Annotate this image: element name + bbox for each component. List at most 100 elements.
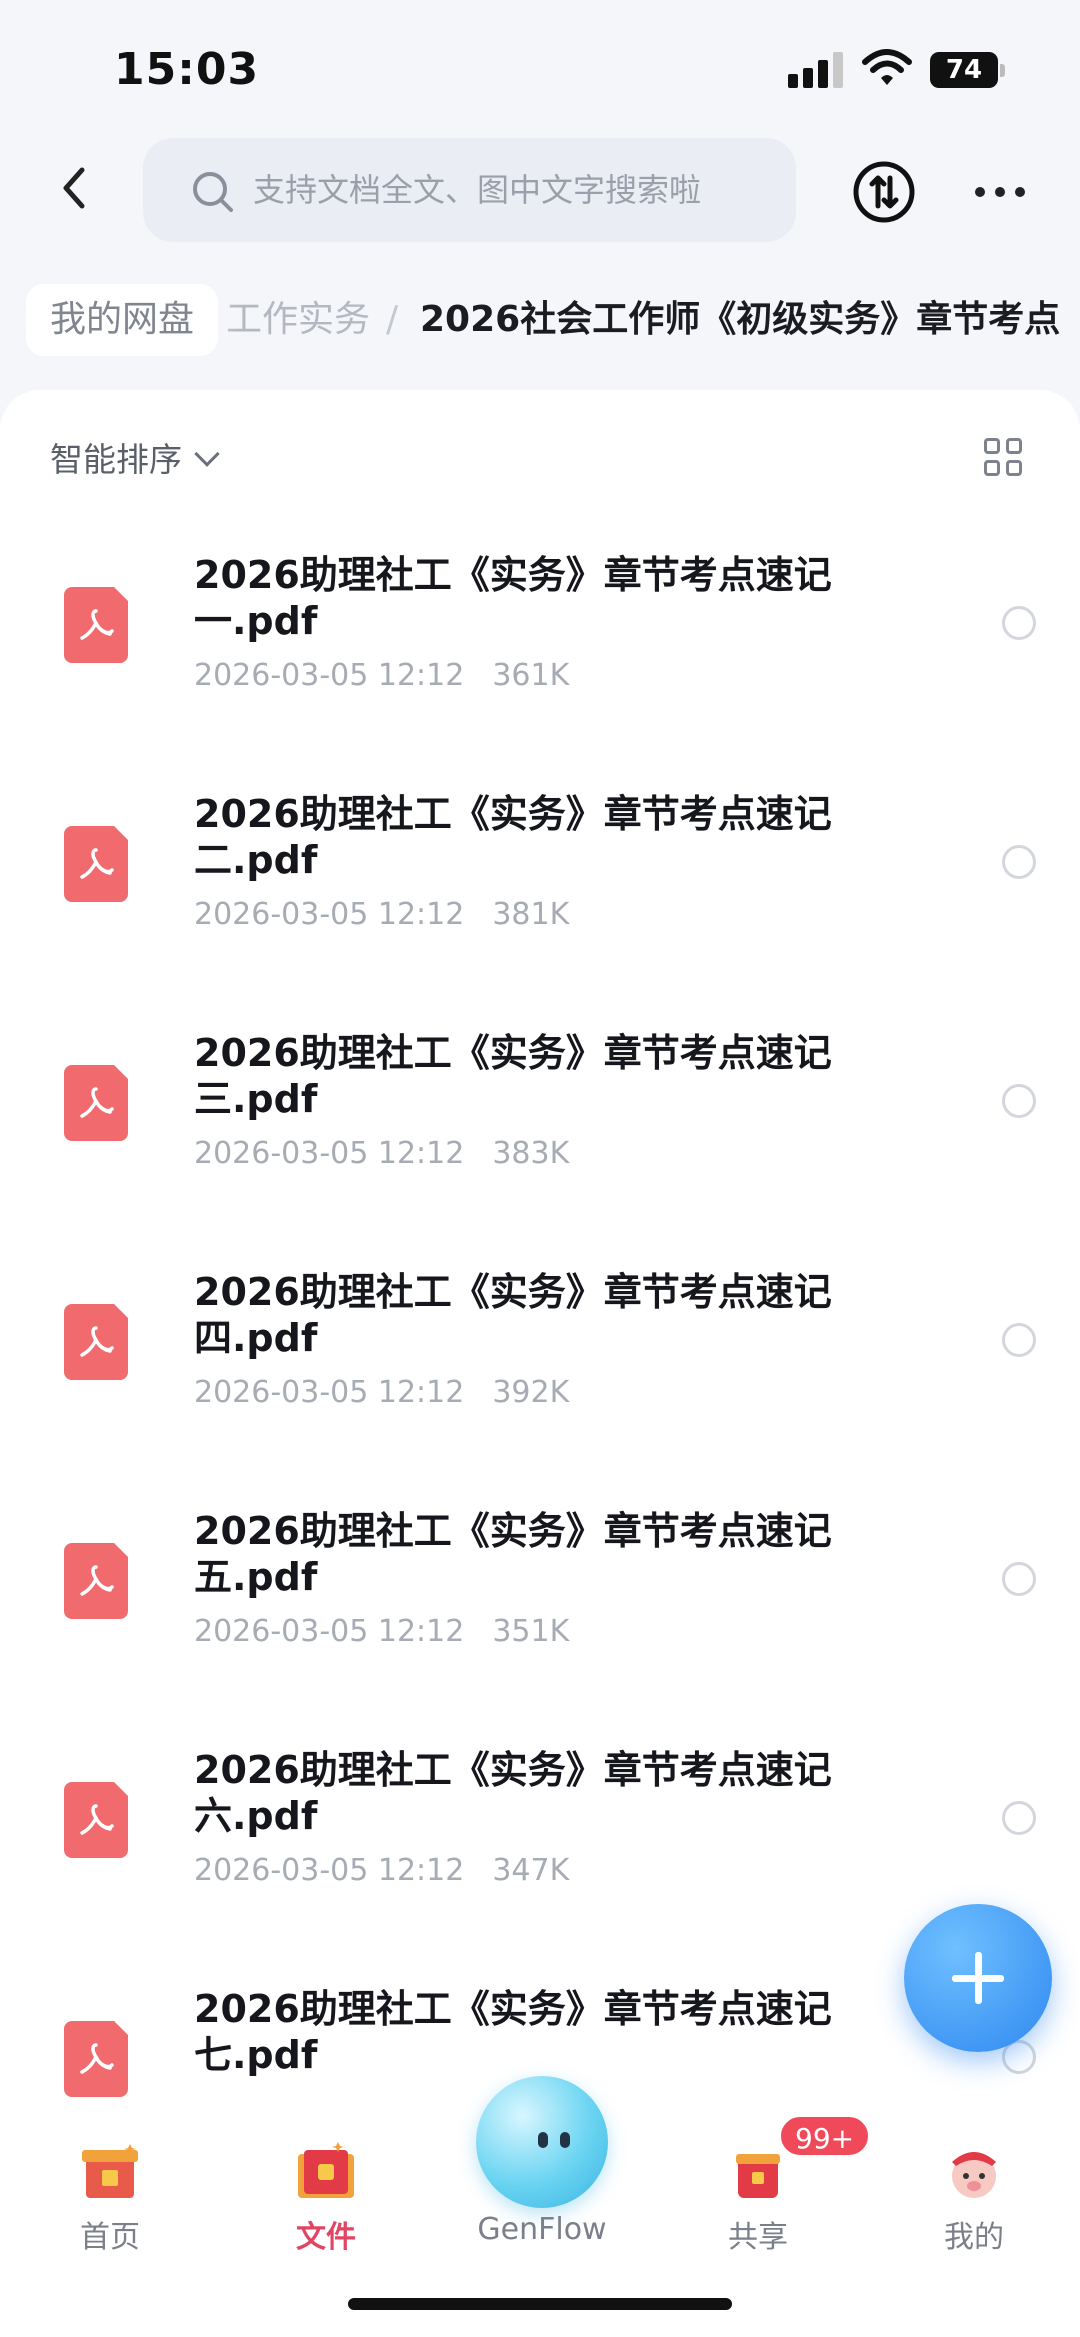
file-meta: 2026-03-05 12:12 381K [194, 897, 569, 932]
file-row[interactable]: 2026助理社工《实务》章节考点速记 四.pdf 2026-03-05 12:1… [0, 1257, 1080, 1496]
sort-label: 智能排序 [50, 440, 182, 479]
battery-percent: 74 [945, 55, 983, 85]
files-icon [298, 2142, 354, 2198]
breadcrumb-separator: / [386, 299, 399, 340]
home-indicator [348, 2298, 732, 2310]
file-name: 2026助理社工《实务》章节考点速记 七.pdf [194, 1986, 894, 2078]
file-row[interactable]: 2026助理社工《实务》章节考点速记 五.pdf 2026-03-05 12:1… [0, 1496, 1080, 1735]
breadcrumb-parent[interactable]: 工作实务 [226, 284, 370, 356]
file-size: 392K [492, 1375, 570, 1410]
file-size: 383K [492, 1136, 570, 1171]
file-name-line2: 四.pdf [194, 1316, 318, 1360]
select-checkbox[interactable] [1002, 1084, 1036, 1118]
file-name-line1: 2026助理社工《实务》章节考点速记 [194, 1509, 832, 1553]
more-dots-icon [975, 187, 1025, 197]
file-name: 2026助理社工《实务》章节考点速记 四.pdf [194, 1269, 894, 1361]
status-time: 15:03 [114, 44, 260, 95]
file-date: 2026-03-05 12:12 [194, 897, 465, 932]
file-row[interactable]: 2026助理社工《实务》章节考点速记 二.pdf 2026-03-05 12:1… [0, 779, 1080, 1018]
tab-me-label: 我的 [944, 2220, 1004, 2255]
sort-button[interactable]: 智能排序 [50, 430, 220, 490]
share-badge: 99+ [778, 2114, 872, 2158]
breadcrumb-current: 2026社会工作师《初级实务》章节考点 [420, 299, 1061, 340]
search-input[interactable]: 支持文档全文、图中文字搜索啦 [143, 138, 796, 242]
file-name-line2: 一.pdf [194, 599, 318, 643]
chevron-down-icon [194, 441, 220, 467]
file-name-line1: 2026助理社工《实务》章节考点速记 [194, 1748, 832, 1792]
pdf-file-icon [64, 1543, 128, 1619]
file-name-line2: 七.pdf [194, 2033, 318, 2077]
tab-home-label: 首页 [80, 2220, 140, 2255]
file-name: 2026助理社工《实务》章节考点速记 六.pdf [194, 1747, 894, 1839]
file-name-line2: 二.pdf [194, 838, 318, 882]
tab-home[interactable]: 首页 [30, 2126, 190, 2256]
avatar-icon [952, 2152, 996, 2198]
file-size: 361K [492, 658, 570, 693]
select-checkbox[interactable] [1002, 845, 1036, 879]
file-date: 2026-03-05 12:12 [194, 1853, 465, 1888]
search-icon [193, 172, 233, 212]
file-size: 347K [492, 1853, 570, 1888]
file-name: 2026助理社工《实务》章节考点速记 一.pdf [194, 552, 894, 644]
select-checkbox[interactable] [1002, 606, 1036, 640]
file-name: 2026助理社工《实务》章节考点速记 二.pdf [194, 791, 894, 883]
more-options-button[interactable] [970, 172, 1030, 212]
tab-share-label: 共享 [728, 2220, 788, 2255]
file-meta: 2026-03-05 12:12 347K [194, 1853, 569, 1888]
file-date: 2026-03-05 12:12 [194, 1375, 465, 1410]
tab-files[interactable]: 文件 [246, 2126, 406, 2256]
file-date: 2026-03-05 12:12 [194, 1136, 465, 1171]
tab-genflow[interactable]: GenFlow [462, 2076, 622, 2256]
file-name-line2: 六.pdf [194, 1794, 318, 1838]
tab-files-label: 文件 [296, 2220, 356, 2255]
back-button[interactable] [52, 160, 102, 216]
pdf-file-icon [64, 826, 128, 902]
file-name-line2: 五.pdf [194, 1555, 318, 1599]
tab-genflow-label: GenFlow [477, 2212, 607, 2247]
file-row[interactable]: 2026助理社工《实务》章节考点速记 三.pdf 2026-03-05 12:1… [0, 1018, 1080, 1257]
tab-share[interactable]: 99+ 共享 [678, 2114, 872, 2256]
file-row[interactable]: 2026助理社工《实务》章节考点速记 一.pdf 2026-03-05 12:1… [0, 540, 1080, 779]
file-name-line1: 2026助理社工《实务》章节考点速记 [194, 792, 832, 836]
file-list-panel: 智能排序 2026助理社工《实务》章节考点速记 一.pdf 2026-03-05… [0, 390, 1080, 2337]
tab-me[interactable]: 我的 [894, 2126, 1054, 2256]
file-name-line1: 2026助理社工《实务》章节考点速记 [194, 553, 832, 597]
file-name: 2026助理社工《实务》章节考点速记 三.pdf [194, 1030, 894, 1122]
pdf-file-icon [64, 1065, 128, 1141]
wifi-icon [862, 48, 912, 88]
breadcrumb: 工作实务 / 2026社会工作师《初级实务》章节考点 我的网盘 [0, 280, 1080, 360]
select-checkbox[interactable] [1002, 1801, 1036, 1835]
grid-icon [984, 438, 1000, 454]
select-checkbox[interactable] [1002, 1562, 1036, 1596]
file-date: 2026-03-05 12:12 [194, 1614, 465, 1649]
file-size: 351K [492, 1614, 570, 1649]
file-name-line1: 2026助理社工《实务》章节考点速记 [194, 1987, 832, 2031]
file-meta: 2026-03-05 12:12 361K [194, 658, 569, 693]
breadcrumb-root[interactable]: 我的网盘 [26, 284, 219, 356]
file-name: 2026助理社工《实务》章节考点速记 五.pdf [194, 1508, 894, 1600]
add-button[interactable] [904, 1904, 1052, 2052]
transfer-icon [853, 161, 915, 223]
file-date: 2026-03-05 12:12 [194, 658, 465, 693]
pdf-file-icon [64, 1304, 128, 1380]
home-icon [82, 2144, 138, 2198]
transfer-list-button[interactable] [852, 160, 916, 224]
battery-icon: 74 [930, 52, 1006, 88]
file-name-line1: 2026助理社工《实务》章节考点速记 [194, 1270, 832, 1314]
file-meta: 2026-03-05 12:12 392K [194, 1375, 569, 1410]
cellular-signal-icon [788, 52, 848, 88]
file-size: 381K [492, 897, 570, 932]
chevron-left-icon [63, 167, 85, 209]
file-meta: 2026-03-05 12:12 383K [194, 1136, 569, 1171]
share-icon [736, 2154, 780, 2198]
grid-view-button[interactable] [984, 438, 1022, 476]
select-checkbox[interactable] [1002, 1323, 1036, 1357]
search-placeholder: 支持文档全文、图中文字搜索啦 [253, 171, 702, 209]
pdf-file-icon [64, 587, 128, 663]
file-name-line1: 2026助理社工《实务》章节考点速记 [194, 1031, 832, 1075]
pdf-file-icon [64, 1782, 128, 1858]
genflow-orb-icon [476, 2076, 608, 2208]
status-bar: 15:03 74 [0, 0, 1080, 130]
file-name-line2: 三.pdf [194, 1077, 318, 1121]
pdf-file-icon [64, 2021, 128, 2097]
